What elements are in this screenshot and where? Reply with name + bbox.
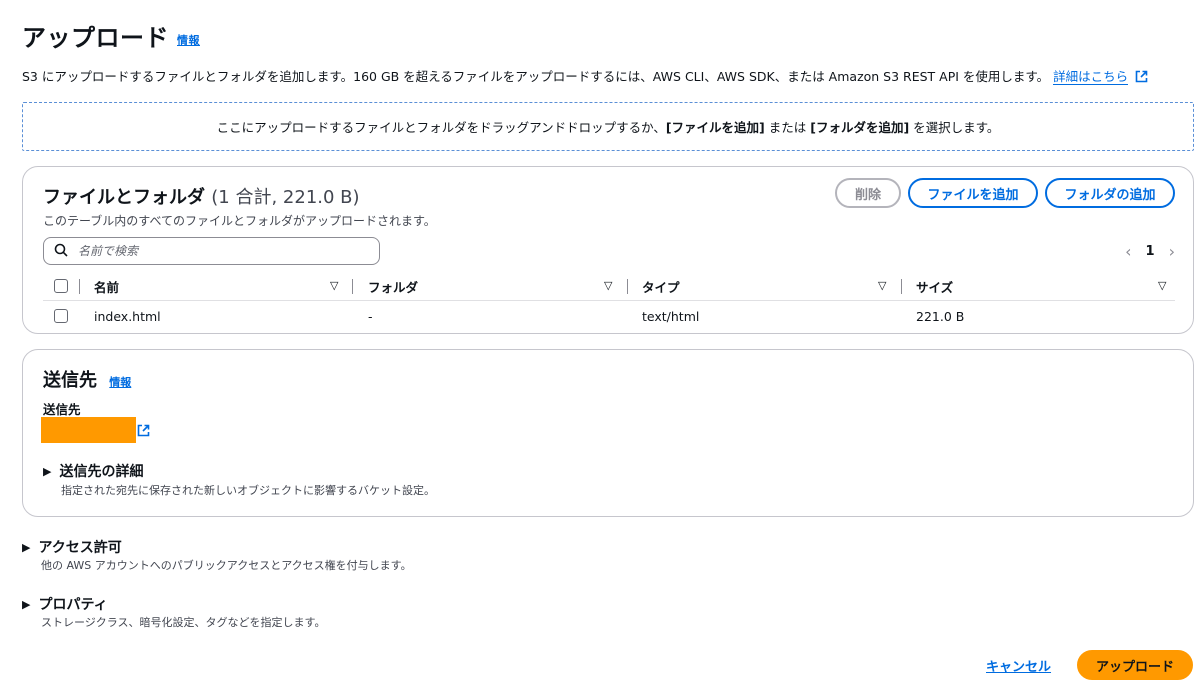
properties-title: プロパティ <box>38 597 108 613</box>
destination-container: 送信先 情報 送信先 ▶ 送信先の詳細 指定された宛先に保存された新しいオブジェ… <box>22 349 1194 517</box>
destination-details-expander[interactable]: ▶ 送信先の詳細 <box>43 461 143 481</box>
column-header-type[interactable]: タイプ <box>642 271 680 301</box>
caret-right-icon: ▶ <box>22 597 31 611</box>
properties-expander[interactable]: ▶ プロパティ <box>22 594 108 614</box>
dropzone-text-after: を選択します。 <box>909 120 1000 135</box>
sort-icon[interactable]: ▽ <box>878 279 886 292</box>
sort-icon[interactable]: ▽ <box>604 279 612 292</box>
upload-button[interactable]: アップロード <box>1077 650 1193 680</box>
files-count: (1 合計, 221.0 B) <box>211 187 360 208</box>
files-subtitle: このテーブル内のすべてのファイルとフォルダがアップロードされます。 <box>43 214 436 228</box>
dropzone-text-before: ここにアップロードするファイルとフォルダをドラッグアンドドロップするか、 <box>216 120 666 135</box>
column-header-folder[interactable]: フォルダ <box>368 271 418 301</box>
learn-more-link[interactable]: 詳細はこちら <box>1053 69 1129 85</box>
sort-icon[interactable]: ▽ <box>1158 279 1166 292</box>
add-folder-button[interactable]: フォルダの追加 <box>1045 178 1175 208</box>
column-header-size[interactable]: サイズ <box>916 271 953 301</box>
chevron-left-icon[interactable]: ‹ <box>1125 242 1131 261</box>
properties-desc: ストレージクラス、暗号化設定、タグなどを指定します。 <box>41 616 326 629</box>
cancel-button[interactable]: キャンセル <box>986 656 1051 675</box>
description-text: S3 にアップロードするファイルとフォルダを追加します。160 GB を超えるフ… <box>22 69 1050 84</box>
row-name: index.html <box>94 308 161 324</box>
sort-icon[interactable]: ▽ <box>330 279 338 292</box>
dropzone-text-middle: または <box>764 120 811 135</box>
search-icon <box>54 242 68 261</box>
destination-details-desc: 指定された宛先に保存された新しいオブジェクトに影響するバケット設定。 <box>61 484 435 497</box>
access-title: アクセス許可 <box>38 540 122 556</box>
learn-more-label: 詳細はこちら <box>1053 69 1129 84</box>
destination-label: 送信先 <box>43 402 81 417</box>
add-files-button[interactable]: ファイルを追加 <box>908 178 1038 208</box>
caret-right-icon: ▶ <box>43 464 52 478</box>
table-row[interactable]: index.html - text/html 221.0 B <box>43 301 1175 331</box>
search-input[interactable] <box>76 243 356 259</box>
header-info-link[interactable]: 情報 <box>177 34 200 47</box>
table-header: 名前 ▽ フォルダ ▽ タイプ ▽ サイズ ▽ <box>43 271 1175 301</box>
page-title: アップロード 情報 <box>22 18 200 53</box>
access-desc: 他の AWS アカウントへのパブリックアクセスとアクセス権を付与します。 <box>41 559 412 572</box>
files-container: ファイルとフォルダ (1 合計, 221.0 B) このテーブル内のすべてのファ… <box>22 166 1194 334</box>
dropzone-add-folder: [フォルダを追加] <box>810 120 910 135</box>
chevron-right-icon[interactable]: › <box>1169 242 1175 261</box>
files-title-text: ファイルとフォルダ <box>43 187 205 208</box>
page-title-text: アップロード <box>22 24 169 52</box>
column-header-name[interactable]: 名前 <box>94 271 119 301</box>
external-link-icon[interactable] <box>137 422 150 441</box>
destination-title-text: 送信先 <box>43 370 97 391</box>
column-divider[interactable] <box>627 279 628 294</box>
row-checkbox[interactable] <box>54 309 68 323</box>
row-type: text/html <box>642 308 700 324</box>
column-divider <box>79 279 80 294</box>
page-description: S3 にアップロードするファイルとフォルダを追加します。160 GB を超えるフ… <box>22 66 1148 86</box>
column-divider[interactable] <box>901 279 902 294</box>
files-title: ファイルとフォルダ (1 合計, 221.0 B) <box>43 183 360 209</box>
redacted-destination-value[interactable] <box>41 417 136 443</box>
destination-details-title: 送信先の詳細 <box>59 464 144 480</box>
destination-title: 送信先 情報 <box>43 366 131 392</box>
access-expander[interactable]: ▶ アクセス許可 <box>22 537 122 557</box>
column-divider[interactable] <box>352 279 353 294</box>
dropzone-add-files: [ファイルを追加] <box>665 120 765 135</box>
delete-button[interactable]: 削除 <box>835 178 901 208</box>
select-all-checkbox[interactable] <box>54 279 68 293</box>
external-link-icon[interactable] <box>1135 70 1148 86</box>
drop-zone[interactable]: ここにアップロードするファイルとフォルダをドラッグアンドドロップするか、 [ファ… <box>22 102 1194 151</box>
row-folder: - <box>368 308 373 324</box>
page-number[interactable]: 1 <box>1146 244 1155 259</box>
caret-right-icon: ▶ <box>22 540 31 554</box>
search-box[interactable] <box>43 237 380 265</box>
pagination: ‹ 1 › <box>1125 242 1175 261</box>
destination-info-link[interactable]: 情報 <box>109 376 131 389</box>
row-size: 221.0 B <box>916 308 965 324</box>
